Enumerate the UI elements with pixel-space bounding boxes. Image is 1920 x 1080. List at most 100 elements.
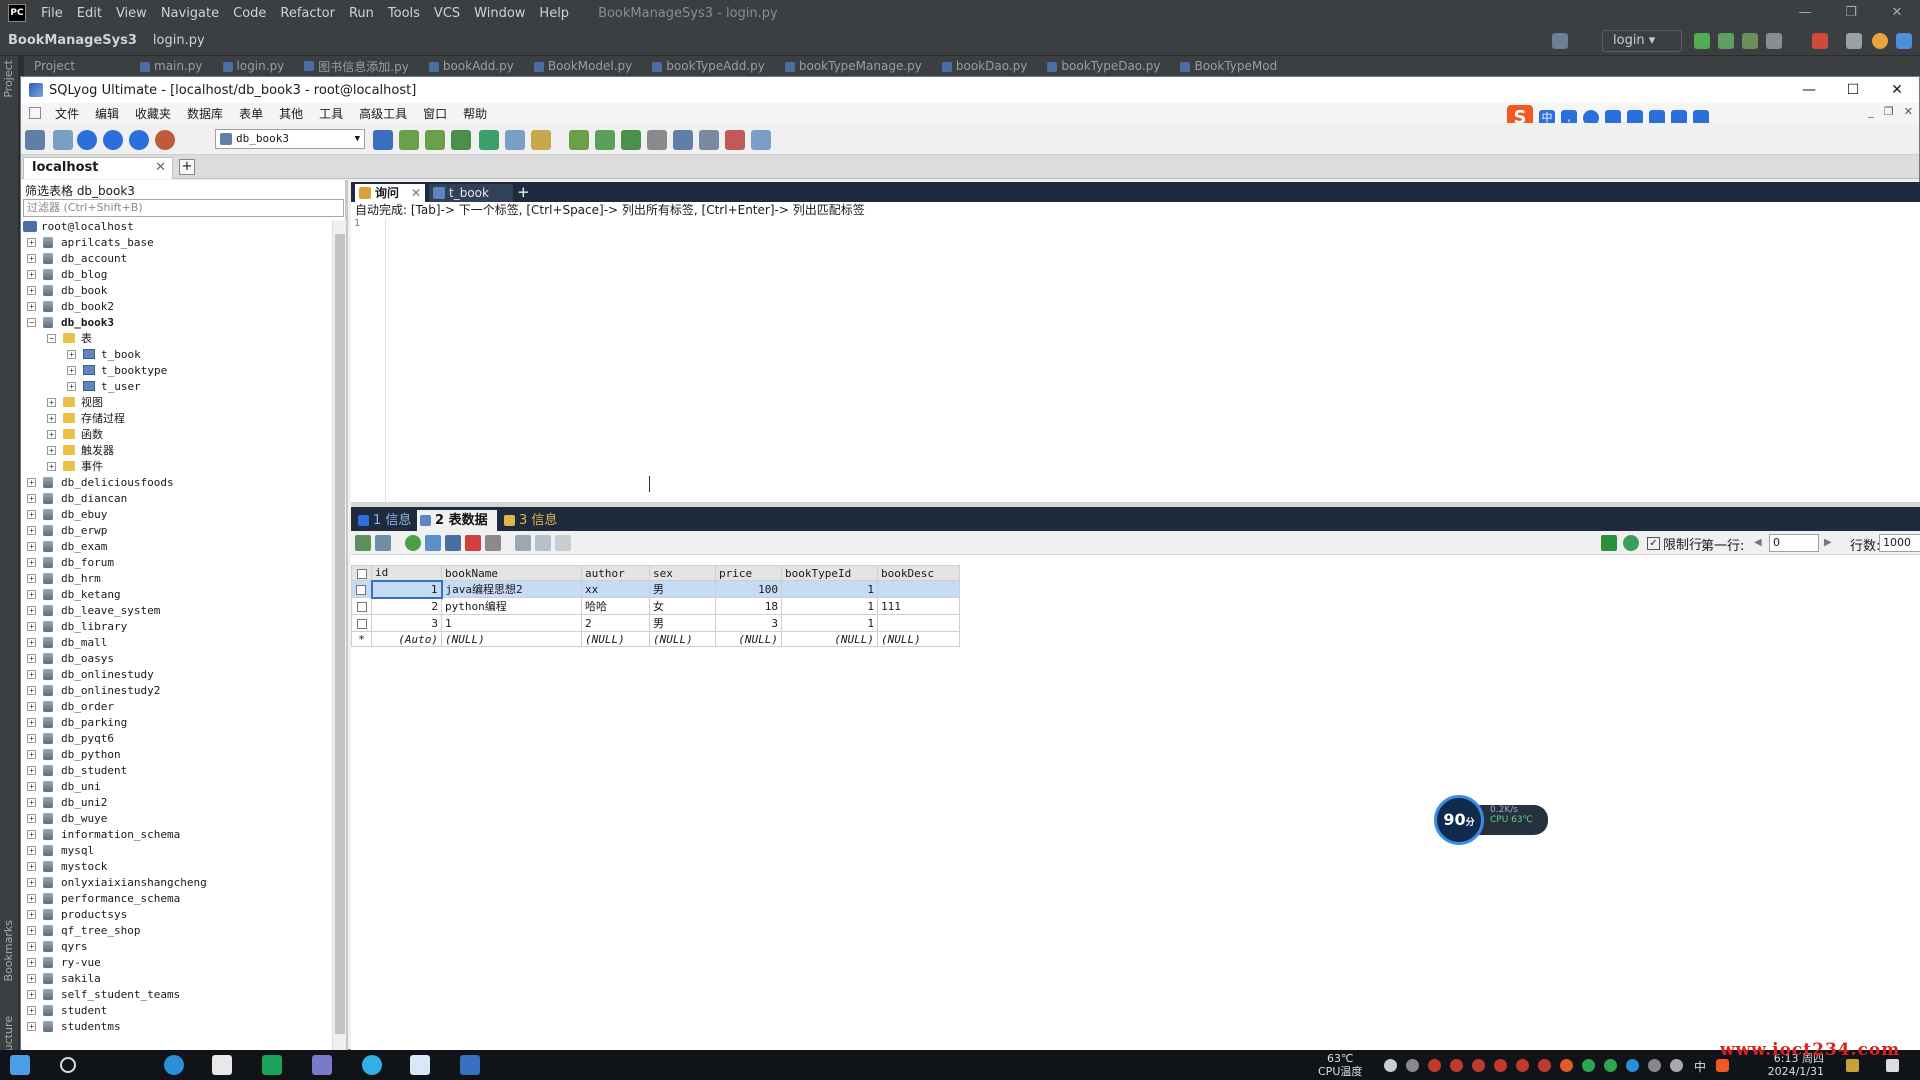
cloud-app-icon[interactable] <box>410 1055 430 1075</box>
tree-db-node[interactable]: + db_mall <box>21 636 331 649</box>
maximize-icon[interactable]: ☐ <box>1831 77 1875 103</box>
expand-icon[interactable]: + <box>27 734 36 743</box>
refresh-icon[interactable] <box>1623 535 1639 551</box>
run-icon[interactable] <box>1694 33 1710 49</box>
tree-db-node[interactable]: + db_pyqt6 <box>21 732 331 745</box>
column-header-sex[interactable]: sex <box>649 565 716 581</box>
tree-db-node[interactable]: + db_diancan <box>21 492 331 505</box>
pycharm-icon[interactable] <box>262 1055 282 1075</box>
editor-tab-bookdao[interactable]: bookDao.py <box>936 59 1042 73</box>
collapse-icon[interactable]: − <box>47 334 56 343</box>
save-icon[interactable] <box>445 535 461 551</box>
tree-db-node[interactable]: + onlyxiaixianshangcheng <box>21 876 331 889</box>
qq-icon[interactable] <box>1626 1059 1639 1072</box>
sy-menu-advanced-tools[interactable]: 高级工具 <box>351 105 415 122</box>
expand-icon[interactable]: + <box>27 894 36 903</box>
ide-menu-run[interactable]: Run <box>342 6 381 21</box>
mdi-close-icon[interactable]: ✕ <box>1904 105 1913 118</box>
ide-menu-code[interactable]: Code <box>226 6 273 21</box>
profile-icon[interactable] <box>1766 33 1782 49</box>
expand-icon[interactable]: + <box>27 878 36 887</box>
cell-bookdesc[interactable]: (NULL) <box>877 631 960 647</box>
migration-icon[interactable] <box>621 130 641 150</box>
cell-author[interactable]: 2 <box>581 614 650 632</box>
tree-db-node-open[interactable]: − db_book3 <box>21 316 331 329</box>
tree-table-node[interactable]: + t_book <box>21 348 331 361</box>
close-icon[interactable]: ✕ <box>155 158 166 178</box>
expand-icon[interactable]: + <box>27 702 36 711</box>
cell-price[interactable]: 18 <box>715 597 782 615</box>
expand-icon[interactable]: + <box>47 430 56 439</box>
tree-db-node[interactable]: + qyrs <box>21 940 331 953</box>
tree-db-node[interactable]: + productsys <box>21 908 331 921</box>
editor-tab-booktypedao[interactable]: bookTypeDao.py <box>1041 59 1174 73</box>
cell-sex[interactable]: 男 <box>649 580 716 598</box>
expand-icon[interactable]: + <box>47 414 56 423</box>
sy-menu-other[interactable]: 其他 <box>271 105 311 122</box>
sy-menu-file[interactable]: 文件 <box>47 105 87 122</box>
cell-bookdesc[interactable] <box>877 614 960 632</box>
tab-result-info[interactable]: 1 信息 <box>355 510 413 531</box>
tree-db-node[interactable]: + mysql <box>21 844 331 857</box>
tree-folder-node[interactable]: + 视图 <box>21 396 331 409</box>
scheduler-icon[interactable] <box>647 130 667 150</box>
new-row[interactable]: * (Auto) (NULL) (NULL) (NULL) (NULL) (NU… <box>351 631 960 647</box>
expand-icon[interactable]: + <box>27 1006 36 1015</box>
cancel-changes-icon[interactable] <box>485 535 501 551</box>
tray-app-icon[interactable] <box>1494 1059 1507 1072</box>
column-header-id[interactable]: id <box>371 565 442 581</box>
column-header-author[interactable]: author <box>581 565 650 581</box>
visual-studio-icon[interactable] <box>312 1055 332 1075</box>
backup-icon[interactable] <box>399 130 419 150</box>
cell-price[interactable]: 100 <box>715 580 782 598</box>
display-icon[interactable] <box>1670 1059 1683 1072</box>
cell-booktypeid[interactable]: 1 <box>781 614 878 632</box>
filter-icon[interactable] <box>1601 535 1617 551</box>
mdi-restore-icon[interactable]: ❐ <box>1884 105 1894 118</box>
cell-bookname[interactable]: python编程 <box>441 597 582 615</box>
tree-table-node[interactable]: + t_user <box>21 380 331 393</box>
tree-db-node[interactable]: + db_ebuy <box>21 508 331 521</box>
cell-author[interactable]: (NULL) <box>581 631 650 647</box>
tree-folder-node[interactable]: + 触发器 <box>21 444 331 457</box>
tray-app-icon[interactable] <box>1428 1059 1441 1072</box>
form-view-icon[interactable] <box>535 535 551 551</box>
tree-db-node[interactable]: + db_blog <box>21 268 331 281</box>
tray-pen-icon[interactable] <box>1406 1059 1419 1072</box>
expand-icon[interactable]: + <box>27 798 36 807</box>
tree-db-node[interactable]: + db_student <box>21 764 331 777</box>
first-row-input[interactable]: 0 <box>1769 534 1819 552</box>
expand-icon[interactable]: + <box>27 974 36 983</box>
expand-icon[interactable]: + <box>27 542 36 551</box>
tray-app-icon[interactable] <box>1516 1059 1529 1072</box>
chevron-left-icon[interactable]: ◀ <box>1754 537 1762 548</box>
tree-db-node[interactable]: + db_erwp <box>21 524 331 537</box>
notes-icon[interactable] <box>1846 1059 1859 1072</box>
tree-db-node[interactable]: + db_oasys <box>21 652 331 665</box>
cell-author[interactable]: xx <box>581 580 650 598</box>
result-mode-icon[interactable] <box>355 535 371 551</box>
cell-author[interactable]: 哈哈 <box>581 597 650 615</box>
row-checkbox[interactable] <box>351 580 372 598</box>
expand-icon[interactable]: + <box>67 350 76 359</box>
tree-scrollbar[interactable] <box>332 220 346 1050</box>
run-config-select[interactable]: login ▾ <box>1602 30 1682 52</box>
tree-db-node[interactable]: + db_wuye <box>21 812 331 825</box>
expand-icon[interactable]: + <box>27 574 36 583</box>
tree-folder-node[interactable]: + 函数 <box>21 428 331 441</box>
cell-id[interactable]: 2 <box>371 597 442 615</box>
limit-rows-toggle[interactable]: ✓ 限制行 <box>1647 534 1702 553</box>
stop-icon[interactable] <box>1812 33 1828 49</box>
sy-menu-database[interactable]: 数据库 <box>179 105 231 122</box>
grid-view-icon[interactable] <box>515 535 531 551</box>
cell-bookname[interactable]: 1 <box>441 614 582 632</box>
tree-table-node[interactable]: + t_booktype <box>21 364 331 377</box>
ide-menu-tools[interactable]: Tools <box>381 6 427 21</box>
tree-db-node[interactable]: + db_exam <box>21 540 331 553</box>
user-manager-icon[interactable] <box>373 130 393 150</box>
tree-db-node[interactable]: + db_parking <box>21 716 331 729</box>
database-select[interactable]: db_book3 ▼ <box>215 129 365 149</box>
editor-tab-booktypemod[interactable]: BookTypeMod <box>1174 59 1291 73</box>
expand-icon[interactable]: + <box>27 654 36 663</box>
tree-db-node[interactable]: + self_student_teams <box>21 988 331 1001</box>
